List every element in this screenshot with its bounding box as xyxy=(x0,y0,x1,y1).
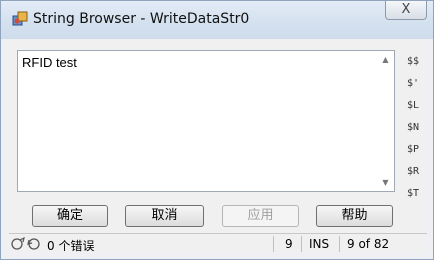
cursor-position: 9 of 82 xyxy=(347,237,390,251)
status-bar: 0 个错误 9 INS 9 of 82 xyxy=(9,233,427,254)
string-browser-window: String Browser - WriteDataStr0 X RFID te… xyxy=(0,0,434,260)
status-divider xyxy=(339,236,340,252)
status-divider xyxy=(273,236,274,252)
line-number: 9 xyxy=(285,237,293,251)
scroll-up-icon[interactable]: ▲ xyxy=(377,51,394,68)
scroll-down-icon[interactable]: ▼ xyxy=(377,174,394,191)
apply-button[interactable]: 应用 xyxy=(222,205,299,227)
close-button[interactable]: X xyxy=(385,1,427,20)
error-count: 0 个错误 xyxy=(47,239,95,253)
app-icon xyxy=(12,11,28,26)
title-bar: String Browser - WriteDataStr0 X xyxy=(1,1,433,39)
escape-code-tab[interactable]: $T xyxy=(401,183,425,205)
string-editor[interactable]: RFID test ▲ ▼ xyxy=(17,50,395,192)
dialog-body: RFID test ▲ ▼ $$ $' $L $N $P $R $T 确定 取消… xyxy=(9,39,427,254)
goto-error-icon[interactable] xyxy=(11,237,25,251)
help-button[interactable]: 帮助 xyxy=(316,205,393,227)
vertical-scrollbar[interactable]: ▲ ▼ xyxy=(377,51,394,191)
cancel-button[interactable]: 取消 xyxy=(125,205,204,227)
escape-code-linefeed[interactable]: $L xyxy=(401,95,425,117)
escape-code-page[interactable]: $P xyxy=(401,139,425,161)
escape-code-quote[interactable]: $' xyxy=(401,73,425,95)
close-icon: X xyxy=(401,2,411,17)
escape-code-list: $$ $' $L $N $P $R $T xyxy=(401,51,425,205)
escape-code-newline[interactable]: $N xyxy=(401,117,425,139)
ok-button[interactable]: 确定 xyxy=(32,205,108,227)
refresh-errors-icon[interactable] xyxy=(27,237,41,251)
status-divider xyxy=(301,236,302,252)
escape-code-dollar[interactable]: $$ xyxy=(401,51,425,73)
window-title: String Browser - WriteDataStr0 xyxy=(33,11,250,27)
escape-code-return[interactable]: $R xyxy=(401,161,425,183)
insert-mode: INS xyxy=(309,237,330,251)
string-value: RFID test xyxy=(22,55,77,70)
